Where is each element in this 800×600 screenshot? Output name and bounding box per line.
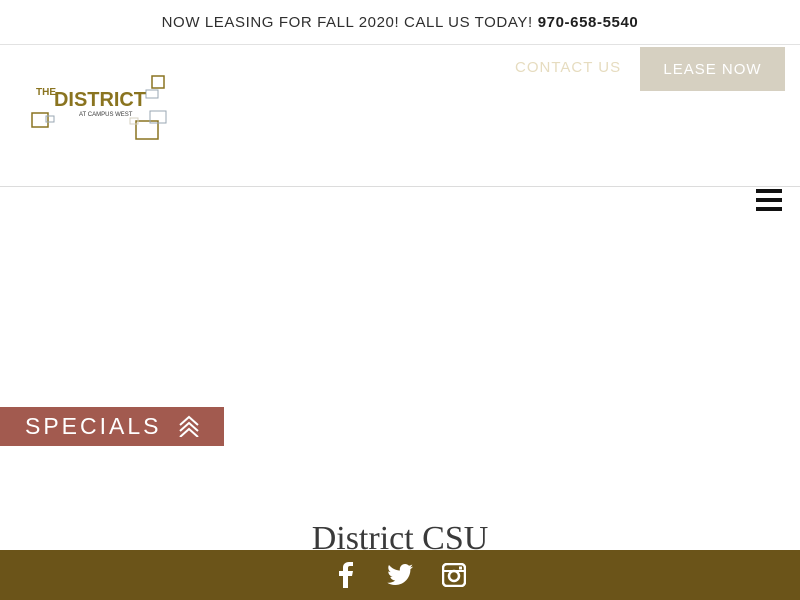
twitter-icon[interactable] bbox=[387, 562, 413, 588]
site-logo[interactable]: THE DISTRICT AT CAMPUS WEST bbox=[30, 73, 170, 143]
phone-link[interactable]: 970-658-5540 bbox=[538, 14, 639, 31]
lease-now-button[interactable]: LEASE NOW bbox=[640, 47, 785, 91]
logo-line2: DISTRICT bbox=[54, 89, 146, 111]
announcement-bar: NOW LEASING FOR FALL 2020! CALL US TODAY… bbox=[0, 0, 800, 45]
social-footer bbox=[0, 550, 800, 600]
menu-icon[interactable] bbox=[756, 189, 782, 211]
specials-label: SPECIALS bbox=[25, 413, 162, 439]
double-chevron-up-icon bbox=[179, 415, 199, 437]
logo-graphic: THE DISTRICT AT CAMPUS WEST bbox=[31, 75, 167, 140]
site-header: THE DISTRICT AT CAMPUS WEST CONTACT US L… bbox=[0, 45, 800, 187]
logo-line3: AT CAMPUS WEST bbox=[79, 112, 133, 118]
specials-tab[interactable]: SPECIALS bbox=[0, 407, 224, 446]
facebook-icon[interactable] bbox=[333, 562, 359, 588]
announcement-text: NOW LEASING FOR FALL 2020! CALL US TODAY… bbox=[161, 13, 533, 31]
contact-us-link[interactable]: CONTACT US bbox=[515, 59, 621, 76]
instagram-icon[interactable] bbox=[441, 562, 467, 588]
